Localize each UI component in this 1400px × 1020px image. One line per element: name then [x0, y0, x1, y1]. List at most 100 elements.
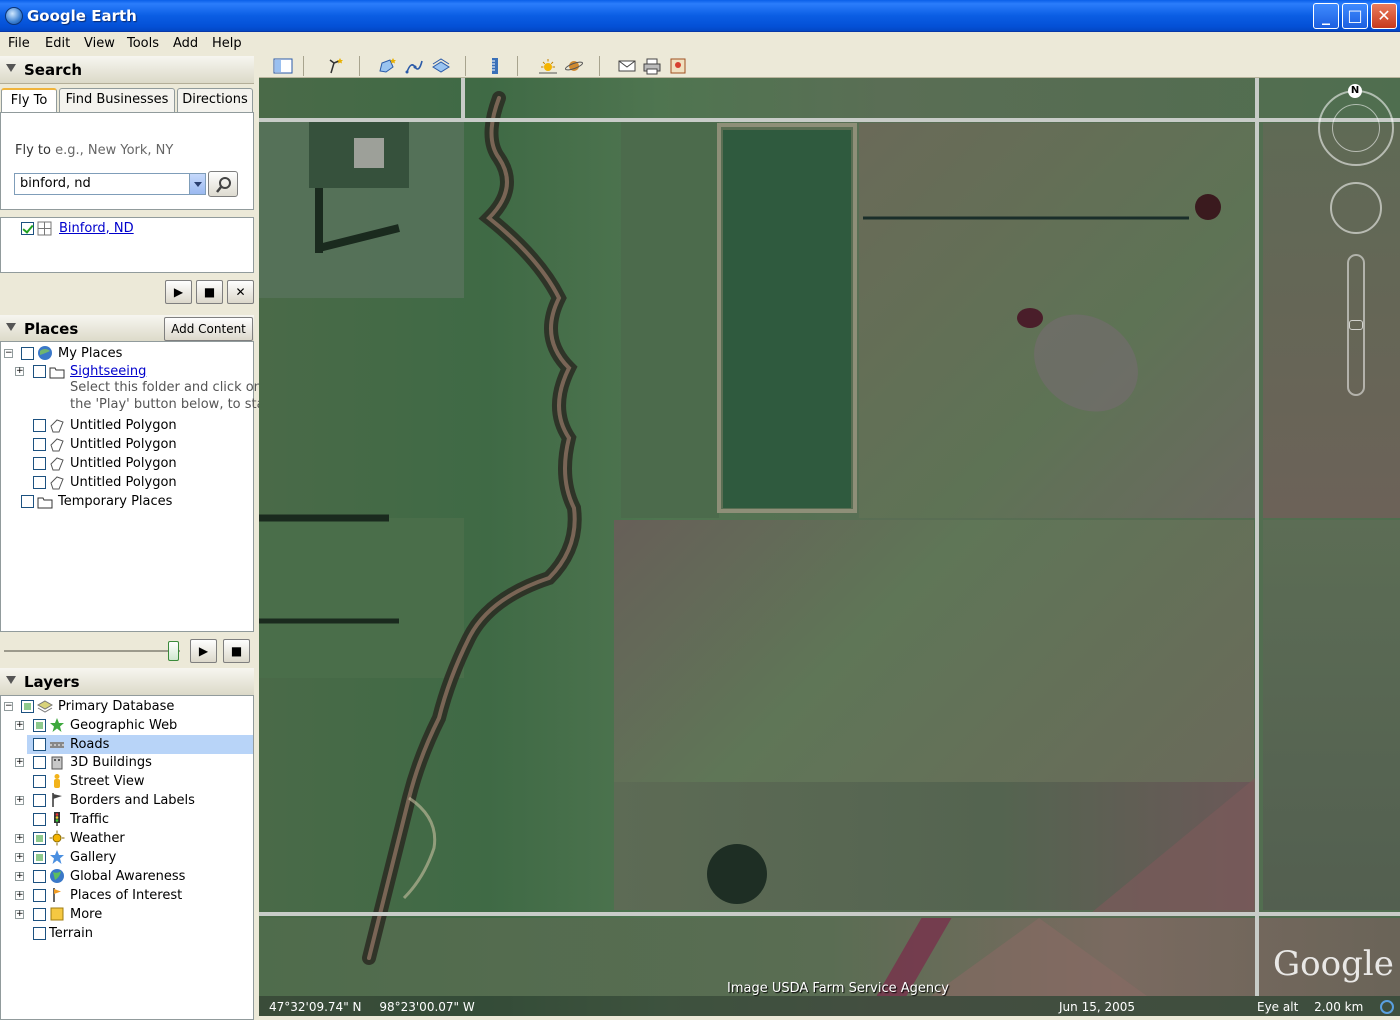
zoom-slider-handle[interactable]	[1349, 320, 1363, 330]
checkbox[interactable]	[33, 832, 46, 845]
menu-help[interactable]: Help	[212, 36, 242, 51]
expand-icon[interactable]: +	[15, 910, 24, 919]
checkbox[interactable]	[33, 870, 46, 883]
item-label: Untitled Polygon	[70, 437, 177, 452]
checkbox[interactable]	[21, 347, 34, 360]
polygon-icon	[50, 476, 64, 490]
folder-icon	[37, 497, 53, 509]
pin-flag-icon	[53, 888, 61, 902]
play-button[interactable]: ▶	[165, 280, 192, 304]
collapse-triangle-icon[interactable]	[6, 323, 16, 331]
item-label: Places of Interest	[70, 888, 183, 903]
add-content-button[interactable]: Add Content	[164, 317, 253, 341]
tab-directions[interactable]: Directions	[177, 88, 253, 112]
checkbox[interactable]	[33, 457, 46, 470]
checkbox[interactable]	[21, 495, 34, 508]
list-item-selected[interactable]: Roads	[27, 735, 253, 754]
close-button[interactable]: ✕	[1371, 3, 1397, 29]
expand-icon[interactable]: +	[15, 796, 24, 805]
checkbox[interactable]	[33, 756, 46, 769]
item-description: the 'Play' button below, to start	[70, 397, 276, 412]
expand-icon[interactable]: +	[15, 834, 24, 843]
compass-north[interactable]: N	[1348, 84, 1362, 98]
checkbox[interactable]	[33, 365, 46, 378]
checkbox[interactable]	[33, 794, 46, 807]
minimize-button[interactable]: _	[1313, 3, 1339, 29]
menu-bar: File Edit View Tools Add Help	[0, 32, 1400, 54]
collapse-triangle-icon[interactable]	[6, 64, 16, 72]
polygon-icon[interactable]	[377, 57, 397, 75]
placemark-icon[interactable]	[325, 57, 345, 75]
tour-slider-track[interactable]	[4, 650, 180, 652]
result-checkbox[interactable]	[21, 222, 34, 235]
item-label: 3D Buildings	[70, 755, 152, 770]
sidebar-toggle-icon[interactable]	[273, 57, 293, 75]
title-bar: Google Earth _ □ ✕	[0, 0, 1400, 32]
menu-add[interactable]: Add	[173, 36, 198, 51]
fly-to-hint: Fly to e.g., New York, NY	[15, 143, 173, 158]
imagery-date: Jun 15, 2005	[1059, 1000, 1136, 1014]
expand-icon[interactable]: +	[15, 872, 24, 881]
tab-find-businesses[interactable]: Find Businesses	[59, 88, 175, 112]
print-icon[interactable]	[642, 57, 662, 75]
look-joystick-inner[interactable]	[1332, 104, 1380, 152]
expand-icon[interactable]: +	[15, 758, 24, 767]
ruler-icon[interactable]	[485, 57, 505, 75]
expand-icon[interactable]: +	[15, 891, 24, 900]
menu-edit[interactable]: Edit	[45, 36, 70, 51]
checkbox[interactable]	[33, 927, 46, 940]
expand-icon[interactable]: −	[4, 349, 13, 358]
longitude: 98°23'00.07" W	[379, 1000, 475, 1014]
stop-button[interactable]: ■	[196, 280, 223, 304]
flag-icon	[52, 793, 62, 807]
email-icon[interactable]	[617, 57, 637, 75]
menu-file[interactable]: File	[8, 36, 30, 51]
move-joystick[interactable]	[1330, 182, 1382, 234]
tab-fly-to[interactable]: Fly To	[1, 88, 57, 113]
checkbox[interactable]	[33, 476, 46, 489]
search-button[interactable]	[208, 171, 238, 197]
menu-view[interactable]: View	[84, 36, 115, 51]
sun-icon[interactable]	[538, 57, 558, 75]
expand-icon[interactable]: +	[15, 853, 24, 862]
checkbox[interactable]	[21, 700, 34, 713]
tour-play-button[interactable]: ▶	[190, 639, 217, 663]
checkbox[interactable]	[33, 889, 46, 902]
maps-icon[interactable]	[668, 57, 688, 75]
checkbox[interactable]	[33, 738, 46, 751]
maximize-button[interactable]: □	[1342, 3, 1368, 29]
checkbox[interactable]	[33, 851, 46, 864]
expand-icon[interactable]: −	[4, 702, 13, 711]
planet-icon[interactable]	[564, 57, 584, 75]
expand-icon[interactable]: +	[15, 367, 24, 376]
path-icon[interactable]	[405, 57, 425, 75]
eye-alt-label: Eye alt	[1257, 1000, 1299, 1014]
chevron-down-icon[interactable]	[189, 174, 205, 194]
places-panel-header[interactable]: Places Add Content	[0, 315, 254, 343]
tour-stop-button[interactable]: ■	[223, 639, 250, 663]
result-link[interactable]: Binford, ND	[59, 221, 134, 236]
search-panel-header[interactable]: Search	[0, 56, 254, 84]
map-view[interactable]: N Image USDA Farm Service Agency Google …	[259, 78, 1400, 1016]
building-icon	[51, 756, 63, 770]
clear-button[interactable]: ✕	[227, 280, 254, 304]
item-label[interactable]: Sightseeing	[70, 364, 146, 379]
eye-altitude: Eye alt 2.00 km	[1257, 1000, 1363, 1014]
star-icon	[50, 850, 64, 864]
menu-tools[interactable]: Tools	[127, 36, 159, 51]
checkbox[interactable]	[33, 775, 46, 788]
tour-slider-handle[interactable]	[168, 641, 179, 661]
traffic-light-icon	[54, 812, 60, 826]
checkbox[interactable]	[33, 908, 46, 921]
checkbox[interactable]	[33, 813, 46, 826]
google-earth-icon	[5, 7, 23, 25]
checkbox[interactable]	[33, 438, 46, 451]
collapse-triangle-icon[interactable]	[6, 676, 16, 684]
map-creek	[259, 91, 1189, 965]
overlay-icon[interactable]	[431, 57, 451, 75]
layers-panel-header[interactable]: Layers	[0, 668, 254, 696]
expand-icon[interactable]: +	[15, 721, 24, 730]
checkbox[interactable]	[33, 719, 46, 732]
checkbox[interactable]	[33, 419, 46, 432]
search-input[interactable]: binford, nd	[14, 173, 206, 195]
